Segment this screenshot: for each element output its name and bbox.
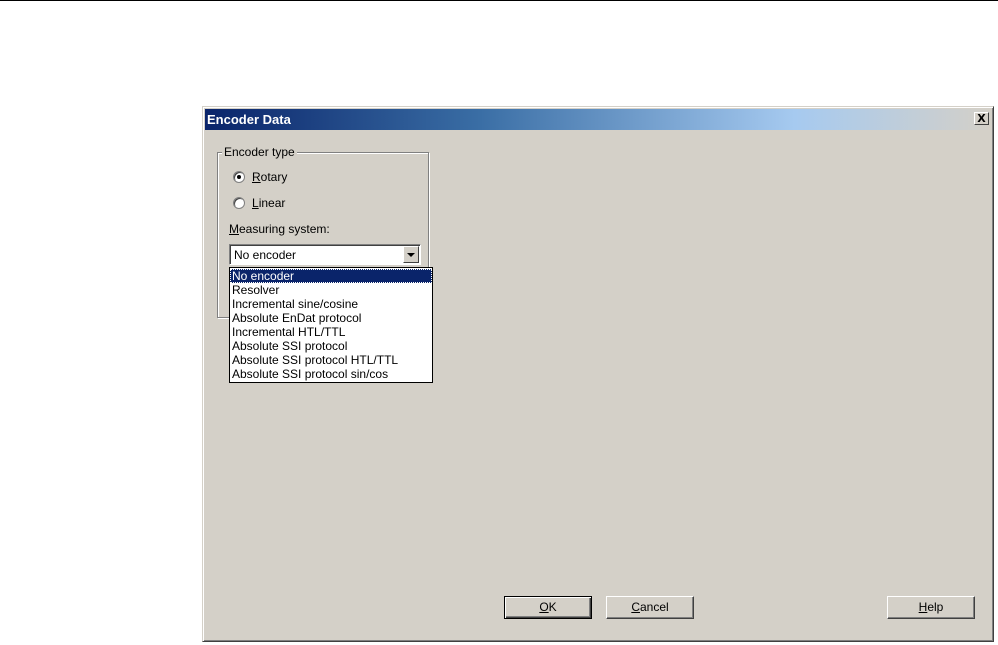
dropdown-option-absolute-endat[interactable]: Absolute EnDat protocol (230, 311, 432, 325)
dropdown-option-absolute-ssi-sin-cos[interactable]: Absolute SSI protocol sin/cos (230, 367, 432, 381)
chevron-down-icon[interactable] (403, 246, 419, 263)
measuring-system-value: No encoder (234, 248, 297, 262)
close-icon: X (977, 112, 986, 125)
radio-rotary[interactable]: Rotary (233, 170, 287, 184)
dropdown-option-incremental-sine-cosine[interactable]: Incremental sine/cosine (230, 297, 432, 311)
dropdown-option-absolute-ssi-htl-ttl[interactable]: Absolute SSI protocol HTL/TTL (230, 353, 432, 367)
radio-rotary-indicator[interactable] (233, 171, 245, 183)
dropdown-option-no-encoder[interactable]: No encoder (230, 269, 432, 283)
measuring-system-dropdown[interactable]: No encoder Resolver Incremental sine/cos… (229, 267, 433, 383)
measuring-system-label: Measuring system: (229, 222, 330, 236)
dropdown-option-incremental-htl-ttl[interactable]: Incremental HTL/TTL (230, 325, 432, 339)
cancel-button[interactable]: Cancel (606, 596, 694, 619)
top-rule (0, 0, 998, 1)
encoder-data-dialog: Encoder Data X Encoder type Rotary Linea… (202, 106, 994, 642)
dropdown-option-absolute-ssi[interactable]: Absolute SSI protocol (230, 339, 432, 353)
radio-linear[interactable]: Linear (233, 196, 285, 210)
help-button[interactable]: Help (887, 596, 975, 619)
dropdown-option-resolver[interactable]: Resolver (230, 283, 432, 297)
measuring-system-combo[interactable]: No encoder (229, 244, 421, 265)
title-bar[interactable]: Encoder Data X (205, 109, 991, 130)
ok-button[interactable]: OK (504, 596, 592, 619)
dialog-title: Encoder Data (207, 112, 291, 127)
radio-linear-label: Linear (252, 196, 286, 210)
encoder-type-label: Encoder type (222, 145, 297, 159)
close-button[interactable]: X (974, 112, 989, 125)
radio-linear-indicator[interactable] (233, 197, 245, 209)
radio-rotary-label: Rotary (252, 170, 288, 184)
